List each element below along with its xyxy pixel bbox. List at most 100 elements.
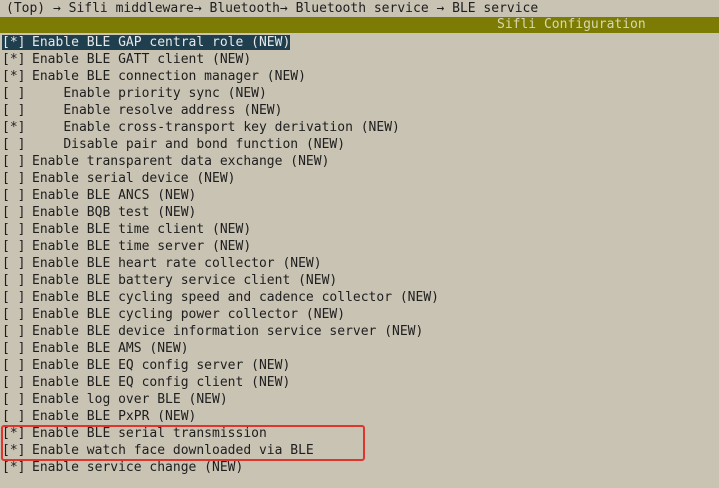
menu-item[interactable]: [ ] Enable resolve address (NEW)	[2, 102, 282, 119]
menu-item[interactable]: [ ] Enable log over BLE (NEW)	[2, 391, 228, 408]
menu-item-label: Enable BLE cycling power collector (NEW)	[32, 307, 346, 322]
menu-item-label: Enable BLE battery service client (NEW)	[32, 273, 338, 288]
checkbox[interactable]: [ ]	[2, 374, 32, 391]
menu-item-label: Enable BLE GAP central role (NEW)	[32, 35, 291, 50]
menu-item[interactable]: [ ] Enable BLE ANCS (NEW)	[2, 187, 196, 204]
menu-item-content: [ ] Enable BLE cycling speed and cadence …	[2, 290, 439, 305]
checkbox[interactable]: [ ]	[2, 272, 32, 289]
menu-item-content: [ ] Enable serial device (NEW)	[2, 171, 236, 186]
checkbox[interactable]: [ ]	[2, 306, 32, 323]
menu-item-label: Enable cross-transport key derivation (N…	[63, 120, 400, 135]
menu-item-content: [ ] Enable BLE EQ config server (NEW)	[2, 358, 290, 373]
menu-item-content: [ ] Enable BLE time server (NEW)	[2, 239, 251, 254]
menu-item-label: Enable BLE time server (NEW)	[32, 239, 252, 254]
menu-item[interactable]: [*] Enable BLE connection manager (NEW)	[2, 68, 306, 85]
menu-item-label: Enable resolve address (NEW)	[63, 103, 283, 118]
checkbox[interactable]: [ ]	[2, 391, 32, 408]
menu-item-label: Enable service change (NEW)	[32, 460, 244, 475]
menu-item[interactable]: [ ] Enable BLE battery service client (NE…	[2, 272, 337, 289]
checkbox[interactable]: [*]	[2, 34, 32, 51]
menu-item-label: Enable BLE ANCS (NEW)	[32, 188, 197, 203]
menu-item[interactable]: [ ] Enable priority sync (NEW)	[2, 85, 267, 102]
menu-item-content: [ ] Enable BLE EQ config client (NEW)	[2, 375, 290, 390]
checkbox[interactable]: [ ]	[2, 357, 32, 374]
checkbox[interactable]: [ ]	[2, 170, 32, 187]
menu-item-label: Enable transparent data exchange (NEW)	[32, 154, 330, 169]
menu-item[interactable]: [ ] Enable BLE EQ config server (NEW)	[2, 357, 290, 374]
checkbox[interactable]: [*]	[2, 51, 32, 68]
menu-item[interactable]: [ ] Enable BLE cycling speed and cadence …	[2, 289, 439, 306]
window-title: Sifli Configuration	[497, 17, 646, 32]
menu-item-content: [ ] Enable BLE time client (NEW)	[2, 222, 251, 237]
menu-item-label: Disable pair and bond function (NEW)	[63, 137, 346, 152]
menu-item[interactable]: [ ] Enable BLE AMS (NEW)	[2, 340, 189, 357]
checkbox[interactable]: [ ]	[2, 102, 32, 119]
menu-item-content: [ ] Enable resolve address (NEW)	[2, 103, 282, 118]
checkbox[interactable]: [*]	[2, 119, 32, 136]
checkbox[interactable]: [ ]	[2, 289, 32, 306]
menu-item-label: Enable BLE cycling speed and cadence col…	[32, 290, 439, 305]
checkbox[interactable]: [*]	[2, 68, 32, 85]
menu-item-label: Enable BLE GATT client (NEW)	[32, 52, 252, 67]
menu-item-label: Enable BLE EQ config server (NEW)	[32, 358, 291, 373]
checkbox[interactable]: [*]	[2, 459, 32, 476]
menu-item[interactable]: [ ] Enable BLE device information service…	[2, 323, 423, 340]
menu-item[interactable]: [ ] Enable BLE time client (NEW)	[2, 221, 251, 238]
menu-item[interactable]: [*] Enable BLE GAP central role (NEW)	[2, 34, 291, 51]
menu-item-content: [ ] Disable pair and bond function (NEW)	[2, 137, 345, 152]
menu-item-label: Enable log over BLE (NEW)	[32, 392, 228, 407]
breadcrumb: (Top) → Sifli middleware→ Bluetooth→ Blu…	[6, 1, 539, 16]
menu-item[interactable]: [ ] Enable transparent data exchange (NEW…	[2, 153, 329, 170]
menu-item-content: [*] Enable BLE connection manager (NEW)	[2, 69, 306, 84]
menu-item[interactable]: [ ] Enable BLE EQ config client (NEW)	[2, 374, 290, 391]
checkbox[interactable]: [ ]	[2, 323, 32, 340]
menu-item-content: [ ] Enable BLE AMS (NEW)	[2, 341, 189, 356]
menu-item[interactable]: [*] Enable service change (NEW)	[2, 459, 243, 476]
menu-item[interactable]: [ ] Enable serial device (NEW)	[2, 170, 236, 187]
menu-item-content: [ ] Enable BLE heart rate collector (NEW)	[2, 256, 322, 271]
menu-item-label: Enable BLE connection manager (NEW)	[32, 69, 306, 84]
menu-item-content: [ ] Enable BLE ANCS (NEW)	[2, 188, 196, 203]
menu-item-content: [*] Enable BLE GATT client (NEW)	[2, 52, 251, 67]
checkbox[interactable]: [ ]	[2, 187, 32, 204]
highlight-annotation-box	[1, 425, 365, 461]
checkbox[interactable]: [ ]	[2, 408, 32, 425]
menu-item-content: [ ] Enable BQB test (NEW)	[2, 205, 196, 220]
checkbox[interactable]: [ ]	[2, 238, 32, 255]
checkbox[interactable]: [ ]	[2, 153, 32, 170]
menu-item-content: [ ] Enable BLE PxPR (NEW)	[2, 409, 196, 424]
menu-item-content: [*] Enable BLE GAP central role (NEW)	[2, 34, 291, 51]
menu-item[interactable]: [ ] Enable BLE time server (NEW)	[2, 238, 251, 255]
menu-item[interactable]: [*] Enable BLE GATT client (NEW)	[2, 51, 251, 68]
menu-item-content: [*] Enable cross-transport key derivatio…	[2, 120, 400, 135]
menu-item-content: [*] Enable service change (NEW)	[2, 460, 243, 475]
checkbox[interactable]: [ ]	[2, 340, 32, 357]
menu-item-content: [ ] Enable BLE battery service client (NE…	[2, 273, 337, 288]
menu-item-content: [ ] Enable log over BLE (NEW)	[2, 392, 228, 407]
menu-item[interactable]: [ ] Disable pair and bond function (NEW)	[2, 136, 345, 153]
menu-item-label: Enable BLE device information service se…	[32, 324, 424, 339]
menu-item[interactable]: [ ] Enable BLE heart rate collector (NEW)	[2, 255, 322, 272]
menu-item-label: Enable BLE time client (NEW)	[32, 222, 252, 237]
menu-item-label: Enable priority sync (NEW)	[63, 86, 267, 101]
checkbox[interactable]: [ ]	[2, 204, 32, 221]
menu-item[interactable]: [*] Enable cross-transport key derivatio…	[2, 119, 400, 136]
menu-item-content: [ ] Enable BLE cycling power collector (N…	[2, 307, 345, 322]
checkbox[interactable]: [ ]	[2, 221, 32, 238]
checkbox[interactable]: [ ]	[2, 136, 32, 153]
checkbox[interactable]: [ ]	[2, 85, 32, 102]
menu-item-label: Enable BLE PxPR (NEW)	[32, 409, 197, 424]
menu-item-content: [ ] Enable transparent data exchange (NEW…	[2, 154, 329, 169]
checkbox[interactable]: [ ]	[2, 255, 32, 272]
title-bar: Sifli Configuration	[0, 17, 719, 33]
menu-item-label: Enable BLE heart rate collector (NEW)	[32, 256, 322, 271]
menu-item[interactable]: [ ] Enable BQB test (NEW)	[2, 204, 196, 221]
menu-item-label: Enable BLE AMS (NEW)	[32, 341, 189, 356]
menu-item[interactable]: [ ] Enable BLE PxPR (NEW)	[2, 408, 196, 425]
menu-item[interactable]: [ ] Enable BLE cycling power collector (N…	[2, 306, 345, 323]
menu-item-label: Enable serial device (NEW)	[32, 171, 236, 186]
